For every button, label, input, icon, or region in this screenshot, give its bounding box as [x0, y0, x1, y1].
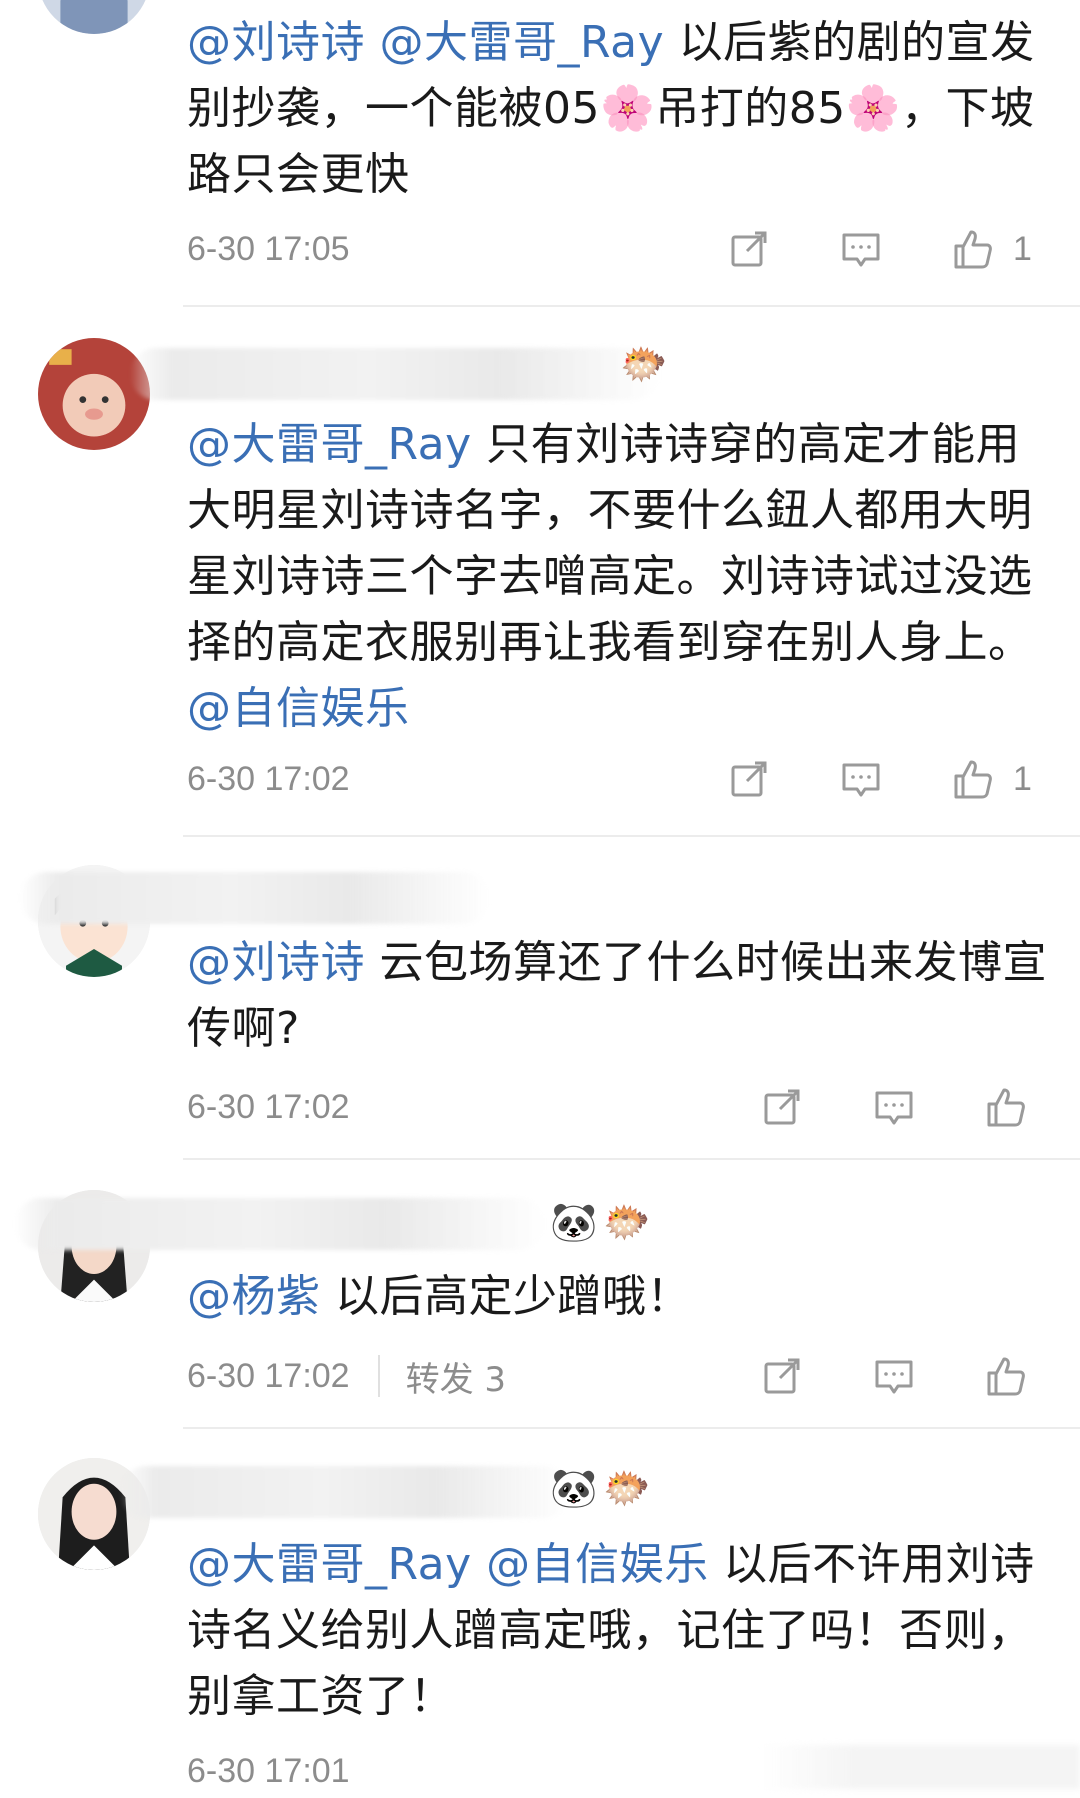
like-count: 1 — [1013, 759, 1032, 798]
comment-text: @杨紫 以后高定少蹭哦！ — [187, 1264, 1047, 1330]
username-blurred — [20, 872, 490, 924]
comment-icon[interactable] — [837, 225, 885, 273]
comment-actions: 1 — [725, 752, 1032, 806]
watermark-blur — [760, 1745, 1080, 1789]
avatar[interactable] — [38, 0, 150, 34]
comment-text: @大雷哥_Ray 只有刘诗诗穿的高定才能用大明星刘诗诗名字，不要什么鈕人都用大明… — [187, 412, 1047, 742]
mention-link[interactable]: @大雷哥_Ray — [187, 419, 472, 470]
mention-link[interactable]: @自信娱乐 — [486, 1539, 709, 1590]
like-count: 1 — [1013, 229, 1032, 268]
timestamp: 6-30 17:01 — [187, 1751, 350, 1790]
comment-actions — [758, 1080, 1030, 1134]
thumbs-up-icon[interactable] — [982, 1083, 1030, 1131]
share-icon[interactable] — [758, 1083, 806, 1131]
divider — [183, 835, 1080, 837]
username-blurred — [15, 1198, 545, 1250]
comment-icon[interactable] — [870, 1352, 918, 1400]
mention-link[interactable]: @杨紫 — [187, 1271, 321, 1322]
comment-actions — [758, 1349, 1030, 1403]
mention-link[interactable]: @大雷哥_Ray — [187, 1539, 472, 1590]
thumbs-up-icon[interactable] — [982, 1352, 1030, 1400]
badge-icon: 🐼 — [550, 1466, 598, 1510]
badge-icon: 🐡 — [603, 1466, 651, 1510]
divider — [183, 305, 1080, 307]
mention-link[interactable]: @自信娱乐 — [187, 683, 410, 734]
mention-link[interactable]: @大雷哥_Ray — [380, 17, 665, 68]
timestamp: 6-30 17:05 — [187, 229, 350, 268]
mention-link[interactable]: @刘诗诗 — [187, 17, 365, 68]
badge-icon: 🐼 — [550, 1200, 598, 1244]
timestamp: 6-30 17:02 — [187, 759, 350, 798]
username-blurred — [130, 348, 660, 400]
comment-icon[interactable] — [870, 1083, 918, 1131]
badge-icon: 🐡 — [620, 342, 668, 386]
share-icon[interactable] — [725, 755, 773, 803]
repost-count[interactable]: 转发 3 — [406, 1352, 506, 1401]
user-badges: 🐼 🐡 — [550, 1466, 651, 1510]
username-blurred — [120, 1466, 570, 1518]
comment-text: @刘诗诗 @大雷哥_Ray 以后紫的剧的宣发别抄袭，一个能被05🌸吊打的85🌸，… — [187, 10, 1047, 208]
thumbs-up-icon[interactable] — [949, 755, 997, 803]
timestamp: 6-30 17:02 — [187, 1087, 350, 1126]
comment-body-text: 以后高定少蹭哦！ — [320, 1271, 691, 1322]
timestamp: 6-30 17:02 — [187, 1356, 350, 1395]
divider — [183, 1427, 1080, 1429]
comment-body-text — [365, 17, 380, 68]
comment-actions: 1 — [725, 222, 1032, 276]
divider — [183, 1158, 1080, 1160]
badge-icon: 🐡 — [603, 1200, 651, 1244]
avatar[interactable] — [38, 338, 150, 450]
comment-feed: @刘诗诗 @大雷哥_Ray 以后紫的剧的宣发别抄袭，一个能被05🌸吊打的85🌸，… — [0, 0, 1080, 1790]
user-badges: 🐼 🐡 — [550, 1200, 651, 1244]
comment-icon[interactable] — [837, 755, 885, 803]
user-badges: 🐡 — [620, 342, 667, 386]
comment-text: @大雷哥_Ray @自信娱乐 以后不许用刘诗诗名义给别人蹭高定哦，记住了吗！否则… — [187, 1532, 1047, 1730]
comment-text: @刘诗诗 云包场算还了什么时候出来发博宣传啊? — [187, 930, 1047, 1062]
mention-link[interactable]: @刘诗诗 — [187, 937, 365, 988]
share-icon[interactable] — [758, 1352, 806, 1400]
comment-body-text — [472, 1539, 487, 1590]
thumbs-up-icon[interactable] — [949, 225, 997, 273]
meta-separator — [377, 1355, 380, 1397]
share-icon[interactable] — [725, 225, 773, 273]
